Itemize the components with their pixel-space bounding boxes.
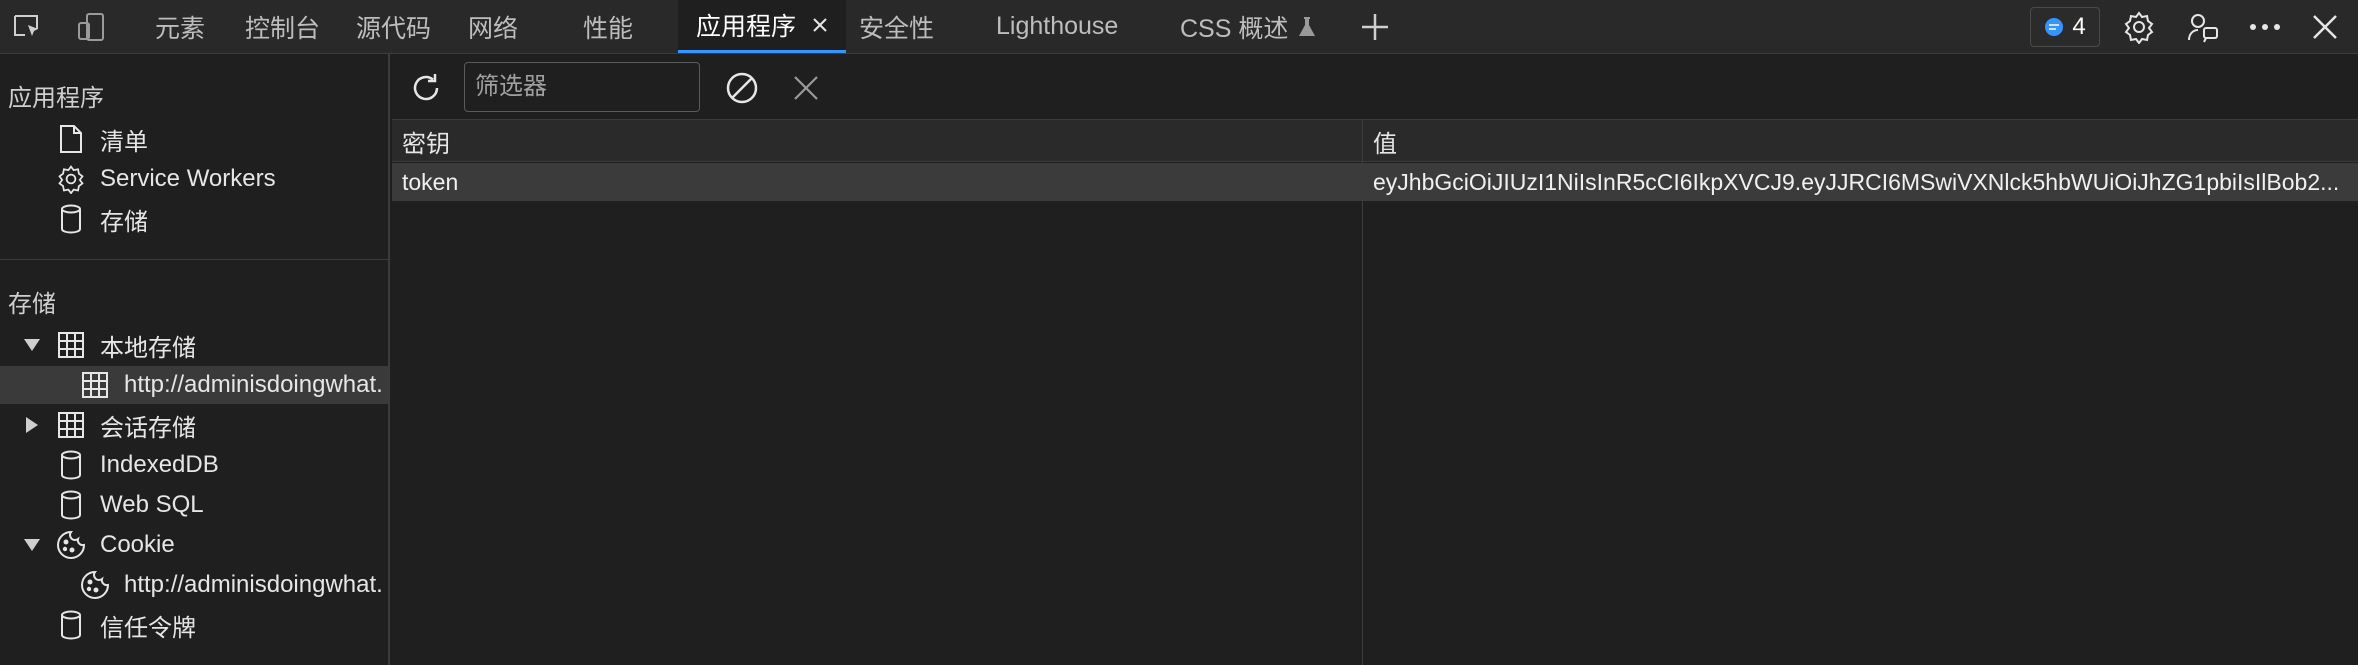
sidebar-item-cookie-origin[interactable]: http://adminisdoingwhat. — [0, 566, 388, 604]
sidebar-item-storage-overview[interactable]: 存储 — [0, 200, 388, 238]
tab-label: 性能 — [583, 14, 634, 43]
sidebar-item-label: http://adminisdoingwhat. — [124, 571, 383, 598]
cookie-icon — [54, 528, 88, 562]
table-row[interactable]: token eyJhbGciOiJIUzI1NiIsInR5cCI6IkpXVC… — [392, 163, 2358, 201]
tab-console[interactable]: 控制台 — [245, 0, 320, 53]
tab-css-overview[interactable]: CSS 概述 — [1180, 0, 1316, 53]
sidebar-item-label: http://adminisdoingwhat. — [124, 371, 383, 398]
gear-icon — [54, 162, 88, 196]
application-sidebar: 应用程序 清单 Service Workers 存储 存储 本地存储 http:… — [0, 54, 390, 665]
tab-lighthouse[interactable]: Lighthouse — [996, 0, 1118, 53]
expanded-arrow-icon[interactable] — [22, 535, 42, 555]
sidebar-item-label: Web SQL — [100, 491, 204, 518]
sidebar-item-local-storage[interactable]: 本地存储 — [0, 326, 388, 364]
grid-icon — [78, 368, 112, 402]
collapsed-arrow-icon[interactable] — [22, 415, 42, 435]
sidebar-item-cookies[interactable]: Cookie — [0, 526, 388, 564]
tab-sources[interactable]: 源代码 — [356, 0, 431, 53]
grid-icon — [54, 408, 88, 442]
sidebar-divider — [0, 259, 388, 260]
tab-elements[interactable]: 元素 — [155, 0, 205, 53]
database-icon — [54, 202, 88, 236]
clear-all-icon[interactable] — [722, 68, 762, 108]
sidebar-item-indexeddb[interactable]: IndexedDB — [0, 446, 388, 484]
tab-security[interactable]: 安全性 — [859, 0, 934, 53]
sidebar-item-label: IndexedDB — [100, 451, 219, 478]
storage-table: 密钥 值 token eyJhbGciOiJIUzI1NiIsInR5cCI6I… — [392, 120, 2358, 665]
column-header-key[interactable]: 密钥 — [392, 120, 1362, 162]
sidebar-item-label: Service Workers — [100, 165, 276, 192]
settings-gear-icon[interactable] — [2120, 8, 2158, 46]
sidebar-item-trust-tokens[interactable]: 信任令牌 — [0, 606, 388, 644]
add-tab-icon[interactable] — [1356, 8, 1394, 46]
more-options-icon[interactable] — [2246, 8, 2284, 46]
tab-label: 元素 — [155, 14, 206, 43]
sidebar-item-session-storage[interactable]: 会话存储 — [0, 406, 388, 444]
tab-label: Lighthouse — [996, 12, 1119, 40]
cookie-icon — [78, 568, 112, 602]
sidebar-item-service-workers[interactable]: Service Workers — [0, 160, 388, 198]
tab-label: CSS 概述 — [1180, 14, 1289, 43]
table-header: 密钥 值 — [392, 120, 2358, 162]
tab-label: 安全性 — [859, 14, 935, 43]
device-emulation-icon[interactable] — [72, 8, 110, 46]
sidebar-item-label: 会话存储 — [100, 414, 196, 442]
storage-toolbar — [392, 54, 2358, 120]
section-title-storage: 存储 — [8, 291, 56, 318]
tab-label: 网络 — [468, 14, 519, 43]
refresh-icon[interactable] — [406, 68, 446, 108]
issues-count: 4 — [2072, 13, 2086, 40]
tab-label: 控制台 — [245, 14, 321, 43]
tab-application[interactable]: 应用程序 — [678, 0, 847, 53]
tab-label: 应用程序 — [696, 13, 797, 41]
sidebar-item-local-storage-origin[interactable]: http://adminisdoingwhat. — [0, 366, 388, 404]
sidebar-item-label: 存储 — [100, 208, 148, 236]
cell-key[interactable]: token — [392, 163, 1362, 201]
expanded-arrow-icon[interactable] — [22, 335, 42, 355]
inspect-icon[interactable] — [8, 8, 46, 46]
local-storage-panel: 密钥 值 token eyJhbGciOiJIUzI1NiIsInR5cCI6I… — [392, 54, 2358, 665]
experiment-flask-icon — [1298, 16, 1316, 38]
sidebar-item-label: 本地存储 — [100, 334, 196, 362]
issues-badge[interactable]: 4 — [2030, 7, 2100, 47]
database-icon — [54, 488, 88, 522]
message-icon — [2044, 17, 2064, 37]
database-icon — [54, 448, 88, 482]
tab-label: 源代码 — [356, 14, 432, 43]
sidebar-item-label: Cookie — [100, 531, 175, 558]
grid-icon — [54, 328, 88, 362]
tab-network[interactable]: 网络 — [468, 0, 518, 53]
sidebar-item-label: 信任令牌 — [100, 614, 196, 642]
close-tab-icon[interactable] — [812, 17, 828, 33]
cell-value[interactable]: eyJhbGciOiJIUzI1NiIsInR5cCI6IkpXVCJ9.eyJ… — [1363, 163, 2358, 201]
customize-feedback-icon[interactable] — [2184, 8, 2222, 46]
column-divider[interactable] — [1362, 120, 1363, 665]
tab-performance[interactable]: 性能 — [583, 0, 633, 53]
delete-selected-icon[interactable] — [786, 68, 826, 108]
devtools-tab-bar: 元素 控制台 源代码 网络 性能 应用程序 安全性 Lighthouse CSS… — [0, 0, 2358, 54]
sidebar-item-web-sql[interactable]: Web SQL — [0, 486, 388, 524]
sidebar-item-label: 清单 — [100, 128, 148, 156]
database-icon — [54, 608, 88, 642]
filter-input[interactable] — [464, 62, 700, 112]
close-devtools-icon[interactable] — [2306, 8, 2344, 46]
section-title-application: 应用程序 — [8, 85, 104, 112]
column-header-value[interactable]: 值 — [1363, 120, 2358, 162]
file-icon — [54, 122, 88, 156]
sidebar-item-manifest[interactable]: 清单 — [0, 120, 388, 158]
